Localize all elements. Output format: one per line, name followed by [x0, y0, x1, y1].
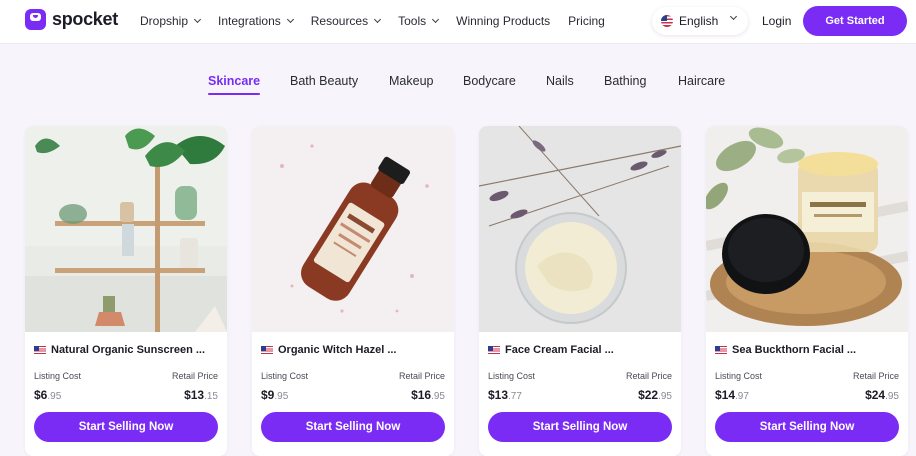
menu-item-integrations[interactable]: Integrations — [218, 14, 294, 28]
price-main: $13 — [488, 388, 509, 402]
product-card[interactable]: Natural Organic Sunscreen ... Listing Co… — [25, 126, 227, 456]
product-name-text: Natural Organic Sunscreen ... — [51, 344, 206, 356]
retail-price-value: $13.15 — [184, 388, 218, 402]
price-cents: .95 — [274, 391, 289, 402]
chevron-down-icon — [193, 15, 202, 24]
menu-item-label: Tools — [398, 14, 427, 28]
product-name[interactable]: Face Cream Facial ... — [488, 344, 614, 356]
tab-makeup[interactable]: Makeup — [389, 74, 433, 88]
menu-item-label: Resources — [310, 14, 369, 28]
spocket-logo-icon — [25, 9, 46, 30]
listing-cost-label: Listing Cost — [34, 371, 82, 381]
price-cents: .95 — [885, 391, 899, 402]
product-name-text: Sea Buckthorn Facial ... — [732, 344, 857, 356]
start-selling-button[interactable]: Start Selling Now — [34, 412, 218, 442]
brand-name: spocket — [52, 9, 118, 29]
menu-item-winning-products[interactable]: Winning Products — [456, 14, 550, 28]
listing-cost-label: Listing Cost — [488, 371, 536, 381]
price-cents: .95 — [431, 391, 445, 402]
product-card[interactable]: Face Cream Facial ... Listing Cost Retai… — [479, 126, 681, 456]
start-selling-button[interactable]: Start Selling Now — [715, 412, 899, 442]
tab-bathing[interactable]: Bathing — [604, 74, 646, 88]
price-cents: .97 — [735, 391, 749, 402]
tab-skincare[interactable]: Skincare — [208, 74, 261, 95]
start-selling-button[interactable]: Start Selling Now — [261, 412, 445, 442]
us-flag-icon — [715, 346, 727, 354]
price-main: $9 — [261, 388, 275, 402]
login-link[interactable]: Login — [762, 14, 791, 28]
spocket-logo[interactable]: spocket — [25, 9, 118, 30]
tab-bodycare[interactable]: Bodycare — [463, 74, 516, 88]
price-main: $24 — [865, 388, 886, 402]
chevron-down-icon — [432, 15, 440, 24]
retail-price-value: $16.95 — [411, 388, 445, 402]
product-image-witch-hazel[interactable] — [252, 126, 454, 332]
tab-nails[interactable]: Nails — [546, 74, 574, 88]
listing-cost-value: $13.77 — [488, 388, 522, 402]
product-name[interactable]: Sea Buckthorn Facial ... — [715, 344, 856, 356]
tab-haircare[interactable]: Haircare — [678, 74, 725, 88]
top-navbar: spocket Dropship Integrations Resources … — [0, 0, 916, 44]
us-flag-icon — [488, 346, 500, 354]
product-name-text: Organic Witch Hazel ... — [278, 344, 397, 356]
chevron-down-icon — [374, 15, 382, 24]
menu-item-label: Dropship — [140, 14, 189, 28]
menu-item-resources[interactable]: Resources — [310, 14, 382, 28]
price-cents: .95 — [658, 391, 672, 402]
price-main: $13 — [184, 388, 205, 402]
retail-price-value: $22.95 — [638, 388, 672, 402]
chevron-down-icon — [286, 15, 294, 24]
retail-price-value: $24.95 — [865, 388, 899, 402]
price-cents: .77 — [508, 391, 522, 402]
price-cents: .15 — [204, 391, 218, 402]
menu-item-label: Integrations — [218, 14, 281, 28]
retail-price-label: Retail Price — [852, 371, 899, 381]
language-label: English — [679, 14, 719, 28]
price-main: $6 — [34, 388, 48, 402]
product-name-text: Face Cream Facial ... — [505, 344, 614, 356]
menu-item-label: Pricing — [568, 14, 605, 28]
listing-cost-value: $9.95 — [261, 388, 288, 402]
product-card[interactable]: Organic Witch Hazel ... Listing Cost Ret… — [252, 126, 454, 456]
product-card[interactable]: Sea Buckthorn Facial ... Listing Cost Re… — [706, 126, 908, 456]
us-flag-icon — [34, 346, 46, 354]
product-image-face-cream[interactable] — [479, 126, 681, 332]
price-main: $14 — [715, 388, 736, 402]
language-selector[interactable]: English — [652, 7, 748, 35]
category-tabs: Skincare Bath Beauty Makeup Bodycare Nai… — [0, 74, 916, 98]
price-main: $16 — [411, 388, 432, 402]
menu-item-dropship[interactable]: Dropship — [140, 14, 202, 28]
start-selling-button[interactable]: Start Selling Now — [488, 412, 672, 442]
chevron-down-icon — [729, 12, 738, 21]
menu-item-tools[interactable]: Tools — [398, 14, 440, 28]
listing-cost-value: $6.95 — [34, 388, 61, 402]
tab-bath-beauty[interactable]: Bath Beauty — [290, 74, 358, 88]
us-flag-icon — [261, 346, 273, 354]
listing-cost-value: $14.97 — [715, 388, 749, 402]
product-name[interactable]: Organic Witch Hazel ... — [261, 344, 396, 356]
menu-item-label: Winning Products — [456, 14, 551, 28]
price-cents: .95 — [47, 391, 62, 402]
product-name[interactable]: Natural Organic Sunscreen ... — [34, 344, 205, 356]
price-main: $22 — [638, 388, 659, 402]
us-flag-icon — [661, 15, 673, 27]
listing-cost-label: Listing Cost — [261, 371, 309, 381]
retail-price-label: Retail Price — [398, 371, 445, 381]
get-started-button[interactable]: Get Started — [803, 6, 907, 36]
product-image-sunscreen[interactable] — [25, 126, 227, 332]
product-image-sea-buckthorn[interactable] — [706, 126, 908, 332]
retail-price-label: Retail Price — [625, 371, 672, 381]
listing-cost-label: Listing Cost — [715, 371, 763, 381]
menu-item-pricing[interactable]: Pricing — [568, 14, 605, 28]
retail-price-label: Retail Price — [171, 371, 218, 381]
main-menu: Dropship Integrations Resources Tools Wi… — [140, 14, 623, 28]
